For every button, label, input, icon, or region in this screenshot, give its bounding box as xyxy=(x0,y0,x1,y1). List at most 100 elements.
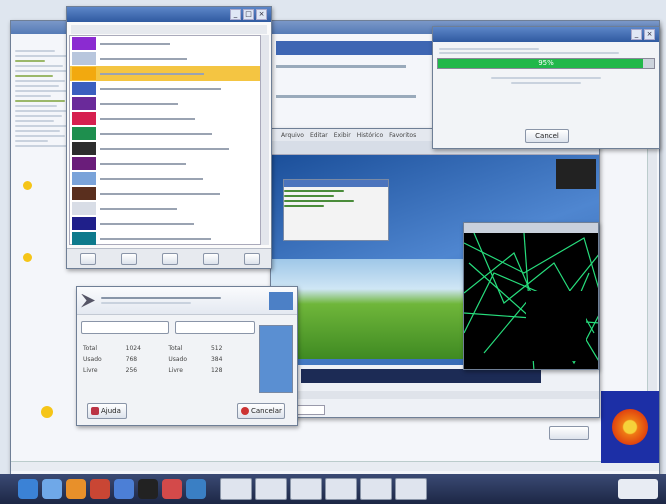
transfer-progress-label: 95% xyxy=(538,59,554,67)
close-icon xyxy=(241,407,249,415)
globe-icon[interactable] xyxy=(18,479,38,499)
menu-item[interactable]: Editar xyxy=(310,132,328,139)
transfer-progress-track: 95% xyxy=(437,58,655,69)
task-button[interactable] xyxy=(290,478,322,500)
theme-chooser-window: _ □ × xyxy=(66,6,272,269)
theme-name-placeholder xyxy=(100,42,170,45)
table-row: Total 1024 Total 512 xyxy=(83,343,251,354)
copy-icon[interactable] xyxy=(120,252,137,265)
table-cell: Total xyxy=(168,345,183,352)
close-icon[interactable]: × xyxy=(644,29,655,40)
theme-swatch xyxy=(72,172,96,185)
task-button[interactable] xyxy=(325,478,357,500)
theme-list-item[interactable] xyxy=(70,96,260,111)
theme-swatch xyxy=(72,217,96,230)
folder-icon[interactable] xyxy=(186,479,206,499)
help-label: Ajuda xyxy=(101,407,121,415)
theme-list-item[interactable] xyxy=(70,201,260,216)
theme-swatch xyxy=(72,202,96,215)
cancel-label: Cancelar xyxy=(251,407,282,415)
theme-list-item[interactable] xyxy=(70,141,260,156)
minimize-icon[interactable]: _ xyxy=(631,29,642,40)
table-cell: 1024 xyxy=(125,345,141,352)
close-icon[interactable]: × xyxy=(256,9,267,20)
file-transfer-window: _ × 95% Cancel xyxy=(432,26,660,149)
status-bar xyxy=(11,461,659,471)
theme-name-placeholder xyxy=(100,177,203,180)
mail-icon[interactable] xyxy=(90,479,110,499)
visualizer-window xyxy=(463,222,599,370)
theme-scrollbar[interactable] xyxy=(261,35,269,245)
theme-list-item[interactable] xyxy=(70,216,260,231)
cancel-button[interactable]: Cancelar xyxy=(237,403,285,419)
maximize-icon[interactable]: □ xyxy=(243,9,254,20)
home-icon[interactable] xyxy=(66,479,86,499)
search-icon[interactable] xyxy=(161,252,178,265)
theme-swatch xyxy=(72,97,96,110)
task-buttons xyxy=(220,478,427,500)
smiley-icon xyxy=(23,181,32,190)
theme-list-item[interactable] xyxy=(70,231,260,246)
theme-name-placeholder xyxy=(100,117,195,120)
minimize-icon[interactable]: _ xyxy=(230,9,241,20)
help-button[interactable]: Ajuda xyxy=(87,403,127,419)
quick-launch xyxy=(18,479,206,499)
visualizer-titlebar xyxy=(464,223,598,233)
visualizer-canvas xyxy=(464,233,598,369)
delete-icon[interactable] xyxy=(203,252,220,265)
table-cell: Usado xyxy=(83,356,102,363)
menu-item[interactable]: Arquivo xyxy=(281,132,304,139)
delay-select[interactable] xyxy=(175,321,255,334)
theme-list-item[interactable] xyxy=(70,111,260,126)
terminal-icon[interactable] xyxy=(138,479,158,499)
theme-list-item[interactable] xyxy=(70,66,260,81)
settings-icon[interactable] xyxy=(244,252,261,265)
task-button[interactable] xyxy=(255,478,287,500)
conversation-list xyxy=(15,47,73,417)
music-icon[interactable] xyxy=(162,479,182,499)
edit-icon[interactable] xyxy=(79,252,96,265)
theme-name-placeholder xyxy=(100,207,177,210)
theme-swatch xyxy=(72,52,96,65)
theme-swatch xyxy=(72,127,96,140)
theme-list-item[interactable] xyxy=(70,81,260,96)
theme-swatch xyxy=(72,82,96,95)
page-scrollbar[interactable] xyxy=(271,391,599,399)
theme-list-item[interactable] xyxy=(70,51,260,66)
task-button[interactable] xyxy=(395,478,427,500)
menu-item[interactable]: Histórico xyxy=(357,132,383,139)
theme-name-placeholder xyxy=(100,102,178,105)
theme-list-item[interactable] xyxy=(70,186,260,201)
theme-list-item[interactable] xyxy=(70,171,260,186)
task-button[interactable] xyxy=(360,478,392,500)
clock-icon[interactable] xyxy=(618,479,658,499)
theme-swatch xyxy=(72,187,96,200)
table-row: Livre 256 Livre 128 xyxy=(83,365,251,376)
theme-swatch xyxy=(72,142,96,155)
theme-list-item[interactable] xyxy=(70,126,260,141)
menu-item[interactable]: Exibir xyxy=(334,132,351,139)
theme-list[interactable] xyxy=(69,35,261,245)
theme-list-item[interactable] xyxy=(70,36,260,51)
table-cell: Livre xyxy=(168,367,183,374)
theme-name-placeholder xyxy=(100,222,194,225)
theme-swatch xyxy=(72,37,96,50)
task-button[interactable] xyxy=(220,478,252,500)
theme-name-placeholder xyxy=(100,147,229,150)
send-button[interactable] xyxy=(549,426,589,440)
theme-chooser-titlebar: _ □ × xyxy=(67,7,271,22)
theme-list-item[interactable] xyxy=(70,156,260,171)
theme-name-placeholder xyxy=(100,87,221,90)
chat-icon[interactable] xyxy=(114,479,134,499)
scissors-icon xyxy=(81,293,95,308)
menu-item[interactable]: Favoritos xyxy=(389,132,416,139)
user-icon[interactable] xyxy=(42,479,62,499)
preview-window xyxy=(283,179,389,241)
transfer-cancel-button[interactable]: Cancel xyxy=(525,129,569,143)
screenshot-header xyxy=(77,287,297,315)
theme-name-placeholder xyxy=(100,72,204,75)
region-select[interactable] xyxy=(81,321,169,334)
theme-swatch xyxy=(72,157,96,170)
screenshot-dialog: Total 1024 Total 512 Usado 768 Usado 384 Livre 25… xyxy=(76,286,298,426)
theme-list-header xyxy=(71,25,267,34)
